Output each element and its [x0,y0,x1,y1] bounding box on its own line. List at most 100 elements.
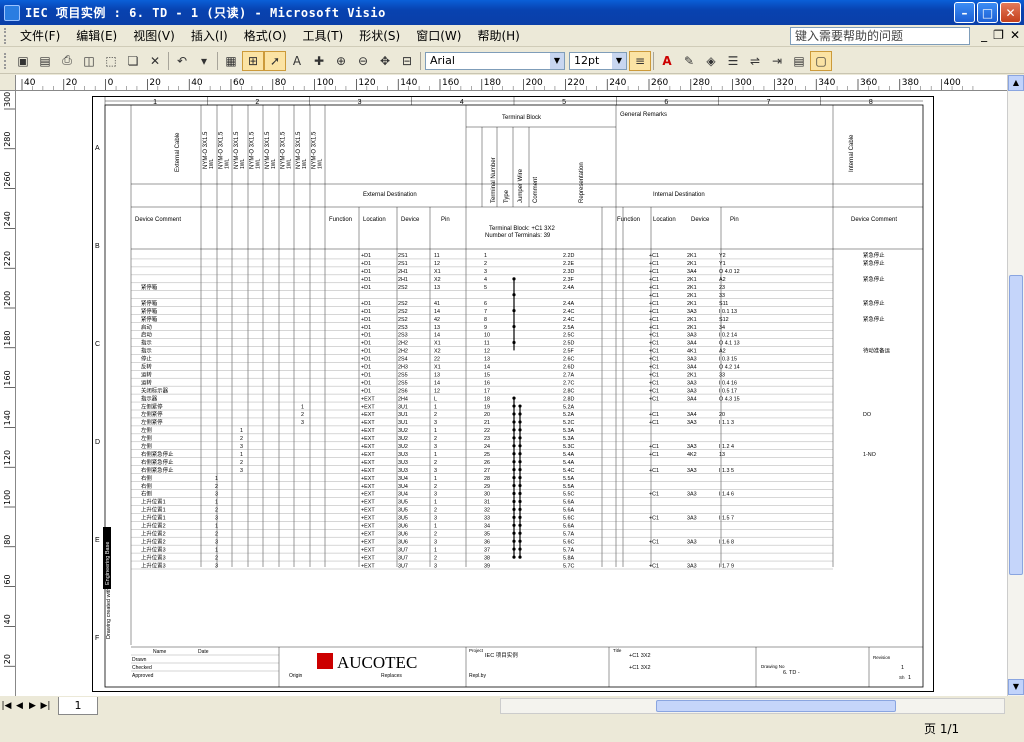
line-weight-icon[interactable]: ☰ [722,51,744,71]
jumper-dot [518,436,522,440]
last-page-icon[interactable]: ▶| [39,701,52,711]
doc-restore-icon[interactable]: ❐ [993,28,1004,42]
table-cell: 11 [434,253,440,259]
line-ends-icon[interactable]: ⇥ [766,51,788,71]
table-cell: 5.6A [563,500,574,506]
hscroll-thumb[interactable] [656,700,896,712]
font-color-icon[interactable]: A [656,51,678,71]
print-icon[interactable]: ⎙ [56,51,78,71]
save-icon[interactable]: ▣ [12,51,34,71]
table-cell: 紧停箱 [141,307,158,315]
table-cell: +C1 [649,492,659,498]
horizontal-scrollbar[interactable] [500,698,1005,714]
ruler-label: 100 [3,490,12,505]
menu-window[interactable]: 窗口(W) [408,26,469,46]
row-letter: E [95,537,100,544]
table-cell: 2.2D [563,253,574,259]
table-cell: 5.2A [563,404,574,410]
align-center-icon[interactable]: ≡ [629,50,651,71]
table-cell: 上升位置3 [141,545,166,553]
table-cell: +EXT [361,531,375,537]
scroll-down-icon[interactable]: ▼ [1008,679,1024,695]
table-cell: 左侧 [141,434,152,442]
menu-help[interactable]: 帮助(H) [469,26,527,46]
connector-icon[interactable]: ⊞ [242,50,264,71]
menu-format[interactable]: 格式(O) [236,26,295,46]
drawing-canvas[interactable]: 1 2 3 4 5 6 7 8 A B C D E F Terminal Block General Rema… [16,91,1007,696]
pin-header: Pin [441,217,450,223]
table-cell: 2 [434,460,437,466]
close-button[interactable]: ✕ [1000,2,1021,23]
zoom-out-icon[interactable]: ⊖ [352,51,374,71]
maximize-button[interactable]: □ [977,2,998,23]
prev-page-icon[interactable]: ◀ [13,701,26,711]
menubar-grip[interactable] [4,27,8,44]
next-page-icon[interactable]: ▶ [26,701,39,711]
open-icon[interactable]: ▤ [34,51,56,71]
doc-close-icon[interactable]: ✕ [1010,28,1020,42]
delete-icon[interactable]: ✕ [144,51,166,71]
zoom-in-icon[interactable]: ⊕ [330,51,352,71]
menu-file[interactable]: 文件(F) [12,26,68,46]
layout-icon[interactable]: ⊟ [396,51,418,71]
first-page-icon[interactable]: |◀ [0,701,13,711]
shadow-icon[interactable]: ▤ [788,51,810,71]
menu-edit[interactable]: 编辑(E) [68,26,125,46]
pan-icon[interactable]: ✥ [374,51,396,71]
table-cell: 右侧 [141,482,152,490]
doc-minimize-icon[interactable]: _ [981,28,987,42]
line-pattern-icon[interactable]: ⇌ [744,51,766,71]
cable-sub-label: 1WL [302,159,308,170]
table-cell: 3 [240,468,243,474]
shapes-icon[interactable]: ⬚ [100,51,122,71]
ruler-label: 300 [735,78,752,88]
vertical-scrollbar[interactable]: ▲ ▼ [1007,75,1024,696]
task-pane-icon[interactable]: ▢ [810,50,832,71]
fill-color-icon[interactable]: ◈ [700,51,722,71]
vscroll-thumb[interactable] [1009,275,1023,575]
scroll-up-icon[interactable]: ▲ [1008,75,1024,91]
jumper-dot [518,444,522,448]
font-size-select[interactable]: 12pt ▼ [569,51,627,70]
page-tab-1[interactable]: 1 [58,697,98,715]
connection-point-icon[interactable]: ✚ [308,51,330,71]
stencil-icon[interactable]: ▦ [220,51,242,71]
jumper-dot [518,499,522,504]
menu-shape[interactable]: 形状(S) [351,26,408,46]
undo-icon[interactable]: ↶ [171,51,193,71]
menu-tools[interactable]: 工具(T) [295,26,352,46]
table-cell: 22 [434,357,440,363]
menu-view[interactable]: 视图(V) [125,26,183,46]
table-cell: 14 [484,365,490,371]
pointer-tool-icon[interactable]: ➚ [264,50,286,71]
line-color-icon[interactable]: ✎ [678,51,700,71]
jumper-dot [512,412,516,416]
redo-icon[interactable]: ▾ [193,51,215,71]
table-cell: 18 [484,396,490,402]
table-cell: 3 [215,516,218,522]
font-select[interactable]: Arial ▼ [425,51,565,70]
table-cell: Y1 [719,261,726,267]
table-cell: 上升位置1 [141,506,166,514]
table-cell: 2 [240,460,243,466]
table-cell: 5.6A [563,508,574,514]
menu-insert[interactable]: 插入(I) [183,26,236,46]
table-cell: 3A3 [687,492,697,498]
help-search-input[interactable]: 键入需要帮助的问题 [790,27,970,45]
text-tool-icon[interactable]: A [286,51,308,71]
table-cell: +EXT [361,547,375,553]
jumper-dot [512,555,516,559]
table-cell: 2.6D [563,365,574,371]
table-cell: 23 [719,285,725,291]
table-cell: I 1.2 4 [719,444,734,450]
table-cell: 2.3D [563,269,574,275]
copy-icon[interactable]: ❏ [122,51,144,71]
visio-app-icon[interactable] [4,4,20,21]
table-cell: 3A3 [687,357,697,363]
minimize-button[interactable]: – [954,2,975,23]
table-cell: 2.5C [563,333,574,339]
table-cell: +D1 [361,285,371,291]
table-cell: 3U2 [398,428,408,434]
print-preview-icon[interactable]: ◫ [78,51,100,71]
ruler-label: 60 [3,574,12,584]
